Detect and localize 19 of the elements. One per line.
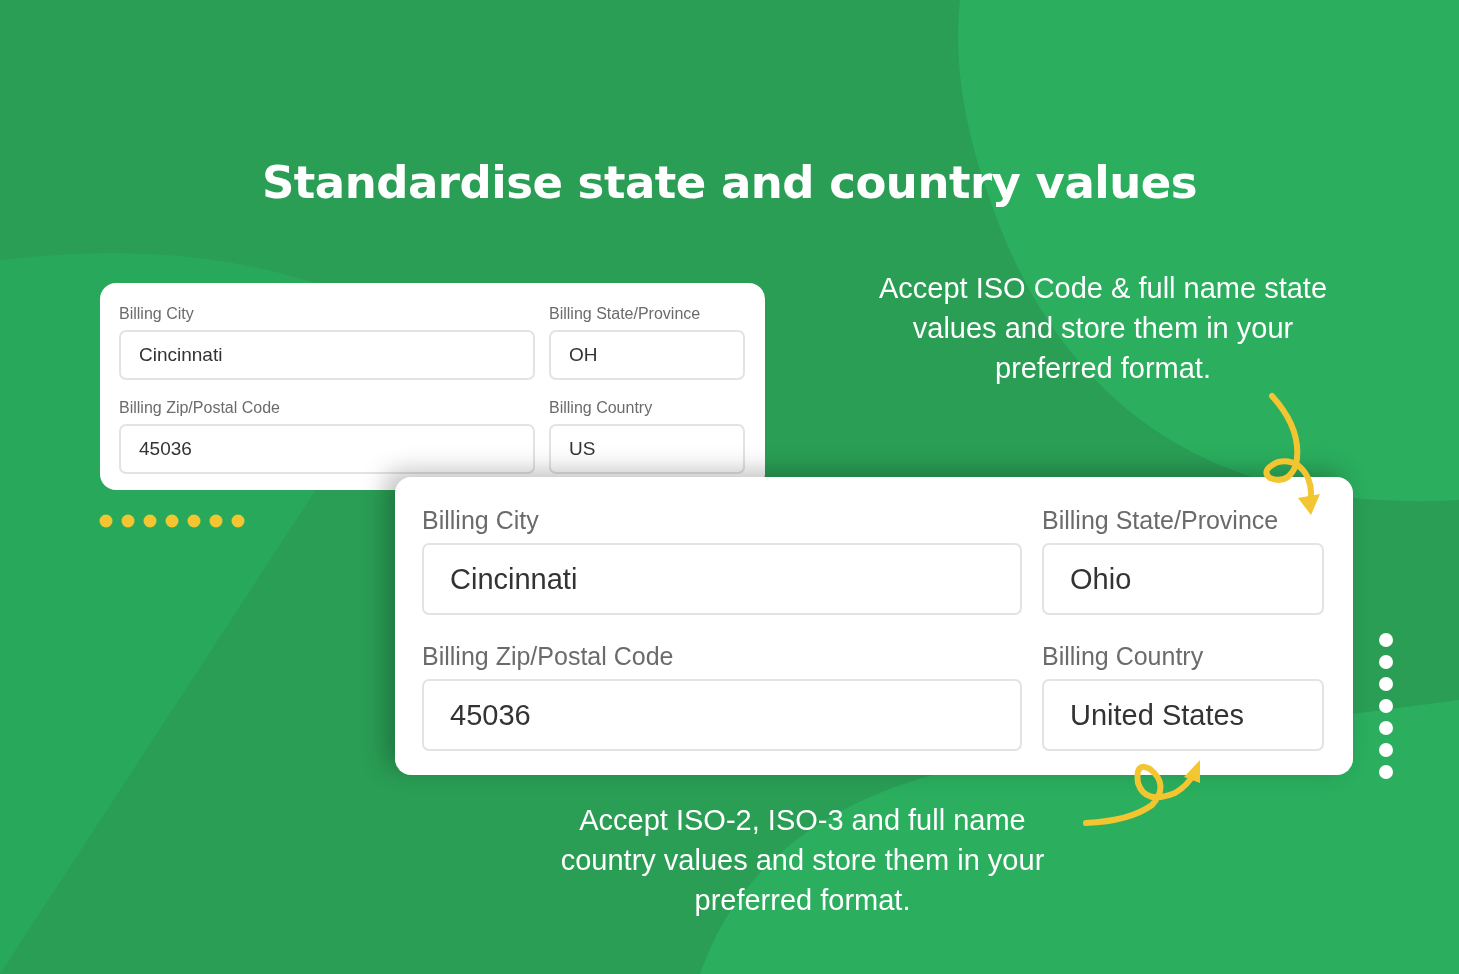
text-field[interactable]: Ohio — [1042, 543, 1324, 615]
field-label: Billing State/Province — [549, 304, 702, 324]
text-field[interactable]: 45036 — [422, 679, 1022, 751]
text-field[interactable]: Cincinnati — [119, 330, 535, 380]
text-field[interactable]: 45036 — [119, 423, 535, 474]
field-label: Billing Country — [549, 397, 654, 418]
field-label: Billing City — [119, 304, 195, 324]
field-label: Billing State/Province — [1042, 505, 1280, 536]
text-field[interactable]: OH — [549, 330, 745, 380]
text-field[interactable]: Cincinnati — [422, 543, 1022, 615]
field-label: Billing City — [422, 505, 540, 536]
field-label: Billing Zip/Postal Code — [422, 641, 675, 672]
text-field[interactable]: United States — [1042, 679, 1324, 751]
field-label: Billing Zip/Postal Code — [119, 397, 281, 418]
headline: Standardise state and country values — [260, 156, 1199, 209]
text-field[interactable]: US — [549, 423, 745, 474]
caption: Accept ISO Code & full name state values and store them in your preferred format. — [877, 271, 1329, 386]
field-label: Billing Country — [1042, 641, 1205, 672]
caption: Accept ISO-2, ISO-3 and full name country values and store them in your preferred format. — [559, 803, 1046, 918]
